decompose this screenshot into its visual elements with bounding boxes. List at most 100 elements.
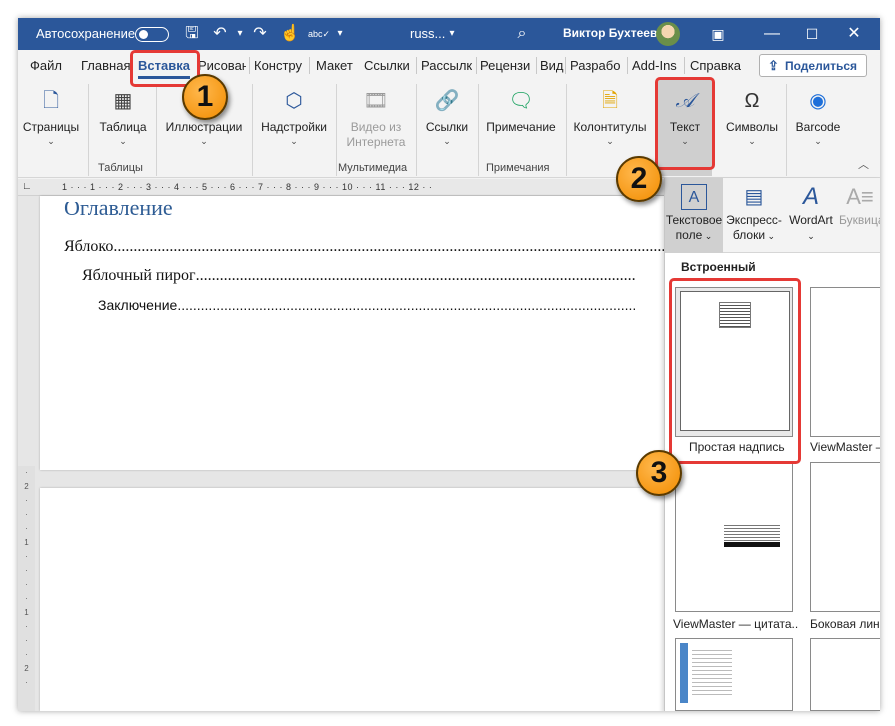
table-label: Таблица xyxy=(99,120,147,134)
redo-icon[interactable]: ↷ xyxy=(250,24,270,44)
quick-parts-button[interactable]: ▤ Экспресс- блоки ⌄ xyxy=(725,178,783,253)
highlight-text-button xyxy=(655,77,715,170)
chevron-down-icon: ⌄ xyxy=(807,231,815,241)
textbox-button[interactable]: A Текстовое поле ⌄ xyxy=(665,178,723,253)
gallery-item[interactable] xyxy=(675,638,793,711)
gallery-caption: Боковая лини xyxy=(810,617,880,631)
step-badge-2: 2 xyxy=(616,156,662,202)
tab-home[interactable]: Главная xyxy=(81,58,131,73)
chevron-down-icon: ⌄ xyxy=(814,136,822,146)
highlight-simple-textbox xyxy=(669,278,801,464)
ribbon-insert: 🗋 Страницы ⌄ ▦ Таблица ⌄ Таблицы 🖼 Иллюс… xyxy=(18,80,880,178)
tab-addins[interactable]: Add-Ins xyxy=(632,58,677,73)
illustrations-label: Иллюстрации xyxy=(165,120,243,134)
toc-entry[interactable]: Яблоко..................................… xyxy=(64,238,673,256)
online-video-icon: 🎞 xyxy=(363,90,389,112)
close-icon[interactable]: ✕ xyxy=(844,24,864,44)
comment-icon: 🗨 xyxy=(508,90,534,112)
group-divider xyxy=(156,84,157,176)
tab-selector-icon[interactable]: ∟ xyxy=(22,181,32,192)
ribbon-display-icon[interactable]: ▣ xyxy=(708,24,728,44)
group-label-tables: Таблицы xyxy=(98,162,143,174)
tab-draw[interactable]: Рисован xyxy=(198,58,246,73)
maximize-icon[interactable]: ☐ xyxy=(802,24,822,44)
chevron-down-icon: ⌄ xyxy=(702,231,713,241)
group-divider xyxy=(416,84,417,176)
comment-label: Примечание xyxy=(486,120,556,134)
online-video-button[interactable]: 🎞 Видео из Интернета xyxy=(340,80,412,158)
symbols-button[interactable]: Ω Символы ⌄ xyxy=(722,80,782,158)
chevron-down-icon[interactable]: ▾ xyxy=(230,24,250,44)
pages-button[interactable]: 🗋 Страницы ⌄ xyxy=(20,80,82,158)
doc-name-chevron-icon[interactable]: ▾ xyxy=(442,24,462,44)
chevron-down-icon: ⌄ xyxy=(47,136,55,146)
online-video-label-2: Интернета xyxy=(346,135,406,149)
vertical-ruler[interactable]: · 2 · · · 1 · · · · 1 · · · 2 · xyxy=(18,466,35,711)
toc-entry[interactable]: Яблочный пирог..........................… xyxy=(82,267,636,285)
group-divider xyxy=(478,84,479,176)
chevron-down-icon: ⌄ xyxy=(119,136,127,146)
textbox-icon: A xyxy=(681,184,707,210)
table-button[interactable]: ▦ Таблица ⌄ xyxy=(94,80,152,158)
tab-references[interactable]: Ссылки xyxy=(364,58,410,73)
search-icon[interactable]: ⌕ xyxy=(512,24,532,44)
wordart-button[interactable]: A WordArt ⌄ xyxy=(785,178,837,253)
toc-entry[interactable]: Заключение .............................… xyxy=(98,297,637,313)
barcode-button[interactable]: ◉ Barcode ⌄ xyxy=(790,80,846,158)
tab-file[interactable]: Файл xyxy=(30,58,62,73)
spellcheck-icon[interactable]: abc✓ xyxy=(308,24,330,44)
gallery-item[interactable] xyxy=(675,462,793,612)
header-footer-icon: 🗎 xyxy=(601,90,619,112)
pages-label: Страницы xyxy=(22,120,80,134)
tab-divider xyxy=(249,57,250,74)
quick-parts-label: Экспресс- xyxy=(726,213,782,227)
collapse-ribbon-icon[interactable]: ︿ xyxy=(858,156,869,172)
tab-help[interactable]: Справка xyxy=(690,58,741,73)
chevron-down-icon: ⌄ xyxy=(765,231,776,241)
user-name[interactable]: Виктор Бухтеев xyxy=(563,26,657,40)
minimize-icon[interactable]: — xyxy=(762,24,782,44)
tab-developer[interactable]: Разрабо xyxy=(570,58,625,73)
tab-view[interactable]: Вид xyxy=(540,58,564,73)
toc-leader: ........................................… xyxy=(177,297,637,313)
tab-divider xyxy=(684,57,685,74)
addins-button[interactable]: ⬡ Надстройки ⌄ xyxy=(258,80,330,158)
save-icon[interactable]: 🖫 xyxy=(182,24,202,44)
header-footer-label: Колонтитулы xyxy=(573,120,647,134)
gallery-item[interactable] xyxy=(810,638,880,711)
avatar[interactable] xyxy=(656,22,680,46)
links-button[interactable]: 🔗 Ссылки ⌄ xyxy=(420,80,474,158)
table-icon: ▦ xyxy=(113,90,133,112)
tab-layout[interactable]: Макет xyxy=(316,58,353,73)
wordart-icon: A xyxy=(802,183,819,210)
toc-entry-text: Заключение xyxy=(98,297,178,313)
autosave-toggle[interactable] xyxy=(135,27,169,42)
dropcap-button[interactable]: A≡ Буквица xyxy=(839,178,880,253)
addins-icon: ⬡ xyxy=(285,90,303,112)
toc-leader: ........................................… xyxy=(113,238,666,255)
text-dropdown-toolbar: A Текстовое поле ⌄ ▤ Экспресс- блоки ⌄ A… xyxy=(665,178,880,253)
touch-mode-icon[interactable]: ☝ xyxy=(280,24,300,44)
customize-qat-icon[interactable]: ▾ xyxy=(330,24,350,44)
symbols-label: Символы xyxy=(726,120,778,134)
document-name[interactable]: russ... xyxy=(410,26,445,41)
toc-heading[interactable]: Оглавление xyxy=(64,202,173,222)
textbox-label-2: поле xyxy=(675,228,703,242)
autosave-label: Автосохранение xyxy=(36,26,136,41)
quick-parts-label-2: блоки xyxy=(732,228,766,242)
tab-design[interactable]: Констру xyxy=(254,58,306,73)
gallery-item[interactable] xyxy=(810,462,880,612)
group-label-comments: Примечания xyxy=(486,162,550,174)
barcode-label: Barcode xyxy=(795,120,841,134)
tab-mailings[interactable]: Рассылк xyxy=(421,58,473,73)
group-divider xyxy=(566,84,567,176)
gallery-item[interactable] xyxy=(810,287,880,437)
header-footer-button[interactable]: 🗎 Колонтитулы ⌄ xyxy=(570,80,650,158)
share-button[interactable]: ⇪ Поделиться xyxy=(759,54,867,77)
gallery-caption: ViewMaster — цитата... xyxy=(673,617,799,631)
undo-icon[interactable]: ↶ xyxy=(210,24,230,44)
comment-button[interactable]: 🗨 Примечание xyxy=(482,80,560,158)
thumbnail-text xyxy=(692,647,732,697)
tab-review[interactable]: Рецензи xyxy=(480,58,534,73)
gallery-caption: ViewMaster — xyxy=(810,440,880,454)
